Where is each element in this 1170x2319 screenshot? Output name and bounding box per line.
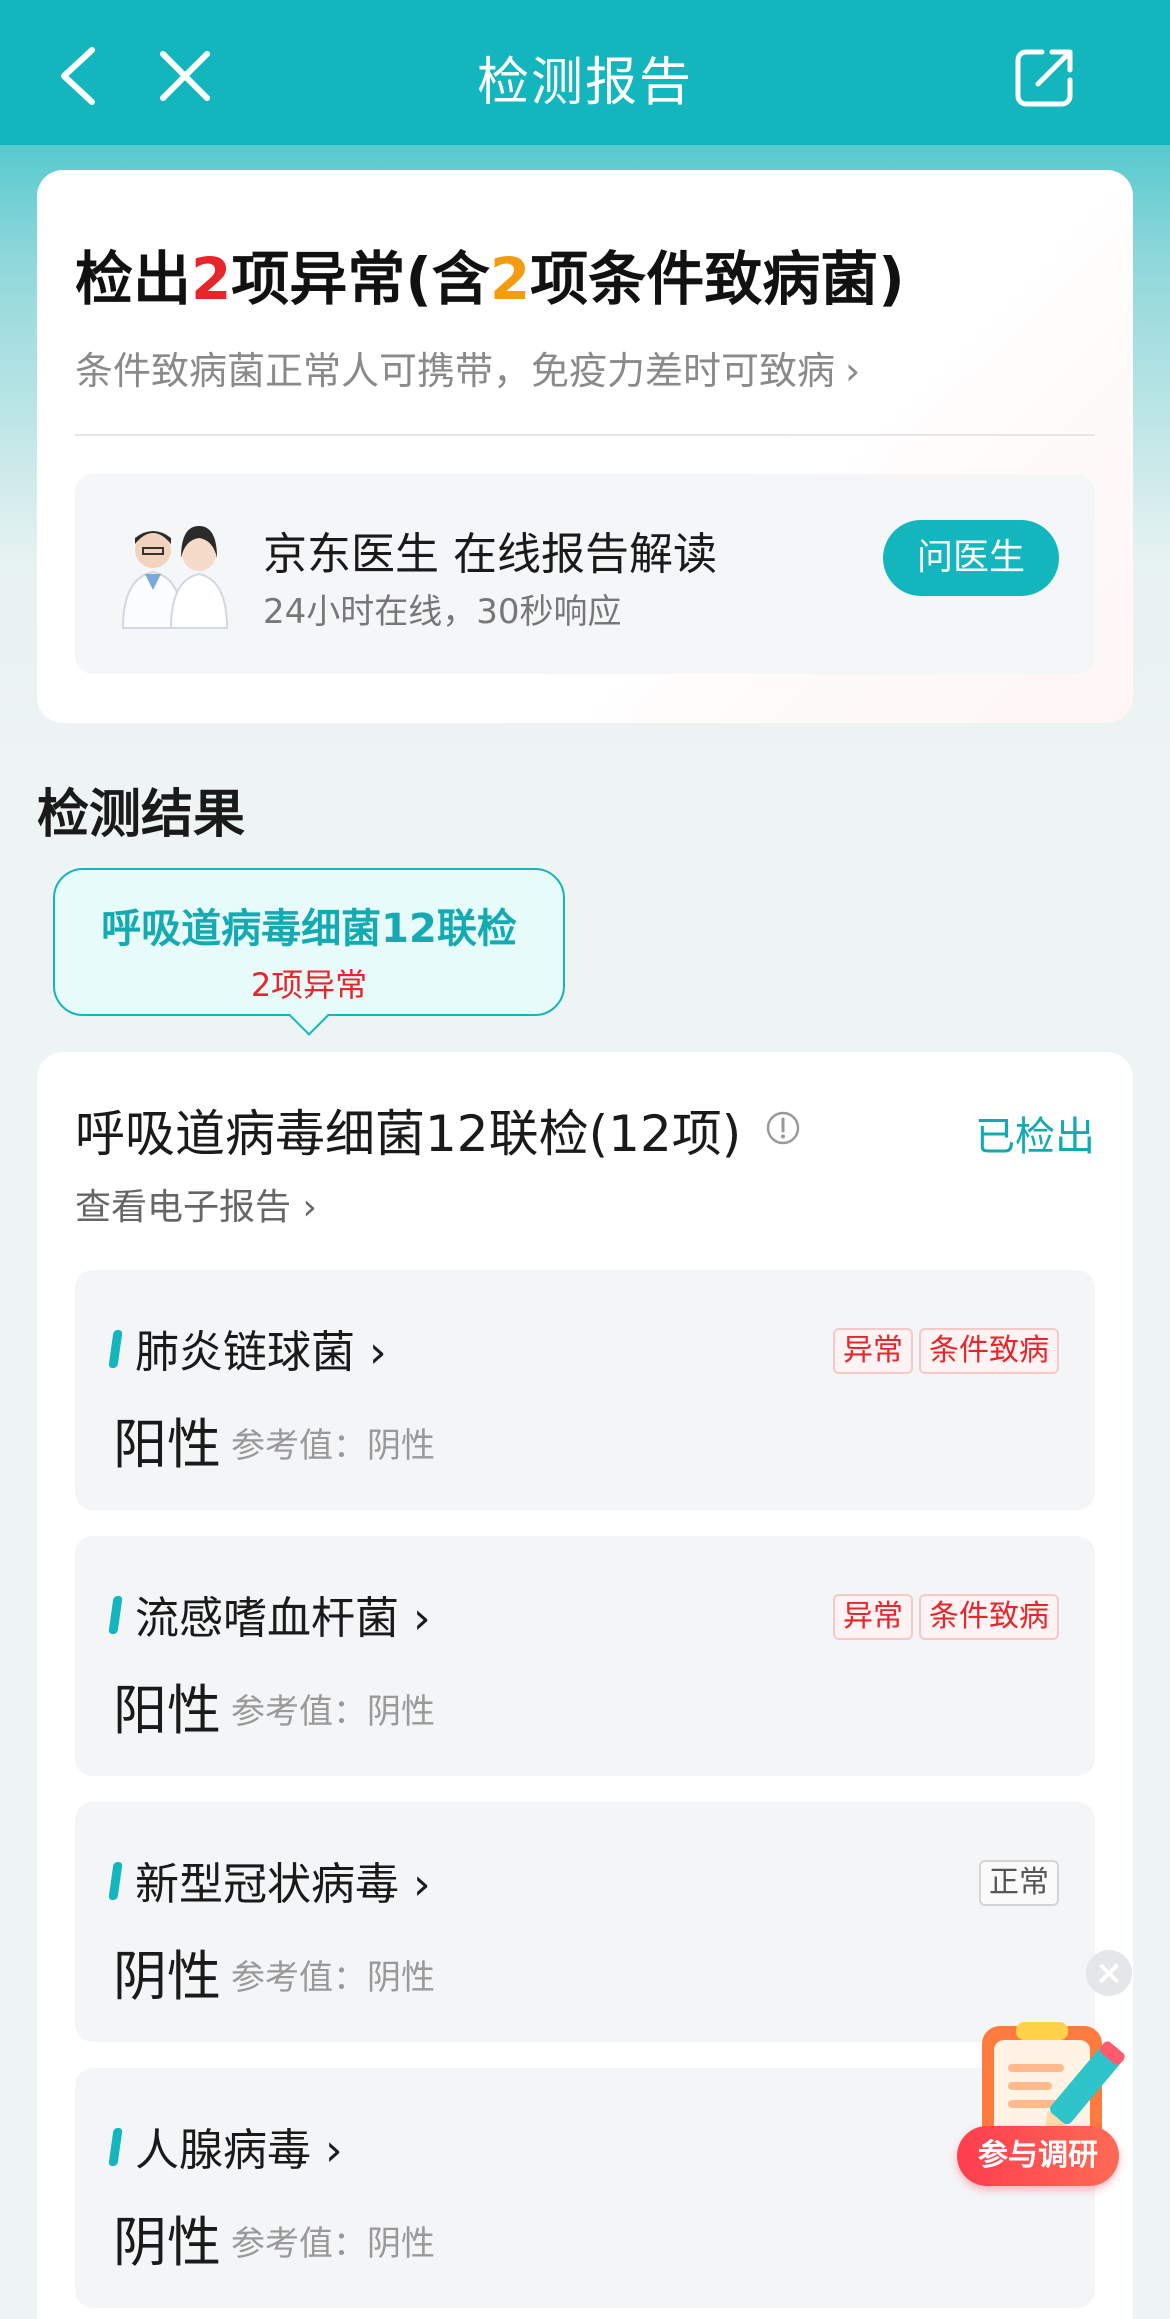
nav-bar: 检测报告 — [0, 0, 1170, 145]
item-reference: 参考值：阴性 — [231, 1958, 435, 1998]
share-icon[interactable] — [1012, 44, 1078, 110]
result-item[interactable]: 新型冠状病毒 › 正常 阴性 参考值：阴性 — [75, 1802, 1095, 2042]
divider — [75, 434, 1095, 436]
item-result: 阴性 — [113, 1945, 221, 2008]
abnormal-summary-title: 检出2项异常(含2项条件致病菌) — [75, 245, 905, 313]
result-item[interactable]: 流感嗜血杆菌 › 异常 条件致病 阳性 参考值：阴性 — [75, 1536, 1095, 1776]
abnormal-count: 2 — [191, 245, 232, 313]
normal-badge: 正常 — [979, 1860, 1059, 1906]
item-tags: 异常 条件致病 — [833, 1328, 1059, 1374]
item-tags: 正常 — [979, 1860, 1059, 1906]
item-name: 人腺病毒 › — [135, 2125, 343, 2176]
doctor-consult-banner[interactable]: 京东医生 在线报告解读 24小时在线，30秒响应 问医生 — [75, 474, 1095, 674]
chevron-right-icon: › — [311, 2125, 343, 2176]
close-survey-icon[interactable]: × — [1086, 1950, 1132, 1996]
chevron-right-icon: › — [291, 1187, 317, 1228]
item-marker — [108, 1596, 123, 1634]
info-icon[interactable] — [765, 1110, 801, 1146]
test-panel-tab[interactable]: 呼吸道病毒细菌12联检 2项异常 — [53, 868, 565, 1036]
abnormal-badge: 异常 — [833, 1594, 913, 1640]
chevron-right-icon: › — [355, 1327, 387, 1378]
item-name: 流感嗜血杆菌 › — [135, 1593, 431, 1644]
doctors-avatar-icon — [121, 526, 229, 629]
item-result: 阴性 — [113, 2211, 221, 2274]
item-reference: 参考值：阴性 — [231, 1426, 435, 1466]
conditional-pathogen-note[interactable]: 条件致病菌正常人可携带，免疫力差时可致病 › — [75, 340, 860, 395]
page-title: 检测报告 — [476, 53, 693, 113]
item-reference: 参考值：阴性 — [231, 2224, 435, 2264]
chevron-right-icon: › — [845, 349, 861, 393]
conditional-pathogen-badge: 条件致病 — [919, 1328, 1059, 1374]
doctor-service-subtitle: 24小时在线，30秒响应 — [263, 592, 622, 632]
survey-button[interactable]: 参与调研 — [957, 2126, 1119, 2186]
item-marker — [108, 1862, 123, 1900]
ask-doctor-button[interactable]: 问医生 — [883, 520, 1059, 596]
panel-title: 呼吸道病毒细菌12联检(12项) — [75, 1105, 742, 1163]
item-result: 阳性 — [113, 1413, 221, 1476]
conditional-count: 2 — [489, 245, 531, 313]
item-marker — [108, 1330, 123, 1368]
summary-card: 检出2项异常(含2项条件致病菌) 条件致病菌正常人可携带，免疫力差时可致病 › 京… — [37, 170, 1133, 723]
chevron-right-icon: › — [399, 1593, 431, 1644]
section-title: 检测结果 — [37, 785, 246, 845]
result-item[interactable]: 人腺病毒 › 阴性 参考值：阴性 — [75, 2068, 1095, 2308]
view-e-report-link[interactable]: 查看电子报告 › — [75, 1178, 317, 1230]
results-card: 呼吸道病毒细菌12联检(12项) 已检出 查看电子报告 › 肺炎链球菌 › 异常… — [37, 1052, 1133, 2319]
item-name: 新型冠状病毒 › — [135, 1859, 431, 1910]
doctor-service-title: 京东医生 在线报告解读 — [263, 529, 717, 580]
item-name: 肺炎链球菌 › — [135, 1327, 387, 1378]
abnormal-badge: 异常 — [833, 1328, 913, 1374]
item-result: 阳性 — [113, 1679, 221, 1742]
item-marker — [108, 2128, 123, 2166]
detection-status: 已检出 — [975, 1114, 1095, 1160]
conditional-pathogen-badge: 条件致病 — [919, 1594, 1059, 1640]
item-tags: 异常 条件致病 — [833, 1594, 1059, 1640]
result-item[interactable]: 肺炎链球菌 › 异常 条件致病 阳性 参考值：阴性 — [75, 1270, 1095, 1510]
chevron-right-icon: › — [399, 1859, 431, 1910]
item-reference: 参考值：阴性 — [231, 1692, 435, 1732]
tab-panel-name: 呼吸道病毒细菌12联检 — [101, 906, 517, 952]
